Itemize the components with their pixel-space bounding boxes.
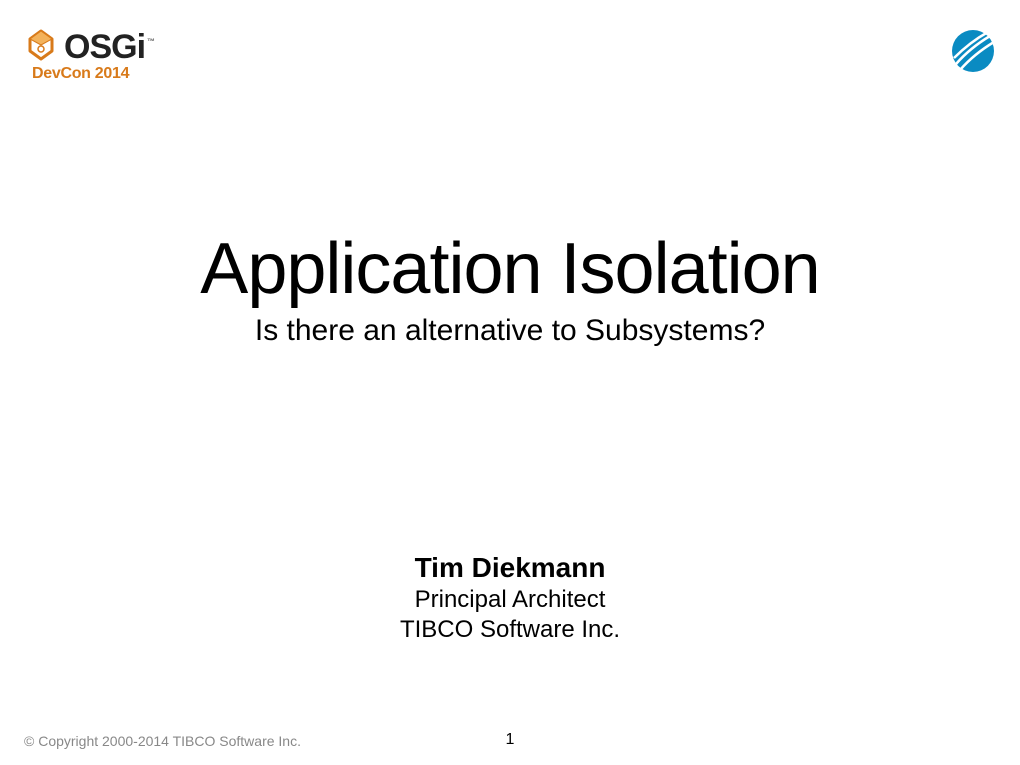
presentation-title: Application Isolation [0,228,1020,310]
copyright-text: © Copyright 2000-2014 TIBCO Software Inc… [24,733,301,749]
tibco-logo [950,28,996,79]
osgi-brand-text: OSGi™ [64,28,152,67]
slide: OSGi™ DevCon 2014 Application Isolation … [0,0,1020,765]
title-block: Application Isolation Is there an altern… [0,228,1020,348]
osgi-logo-row: OSGi™ [24,28,152,67]
presentation-subtitle: Is there an alternative to Subsystems? [0,314,1020,348]
tibco-globe-icon [950,61,996,78]
page-number: 1 [506,731,515,749]
author-role: Principal Architect [0,586,1020,614]
trademark-symbol: ™ [147,37,154,46]
devcon-subtext: DevCon 2014 [32,65,129,83]
author-name: Tim Diekmann [0,552,1020,584]
osgi-logo-icon [24,29,58,66]
brand-primary-text: OSGi [64,28,145,66]
author-company: TIBCO Software Inc. [0,616,1020,644]
author-block: Tim Diekmann Principal Architect TIBCO S… [0,552,1020,644]
osgi-devcon-logo: OSGi™ DevCon 2014 [24,28,152,83]
